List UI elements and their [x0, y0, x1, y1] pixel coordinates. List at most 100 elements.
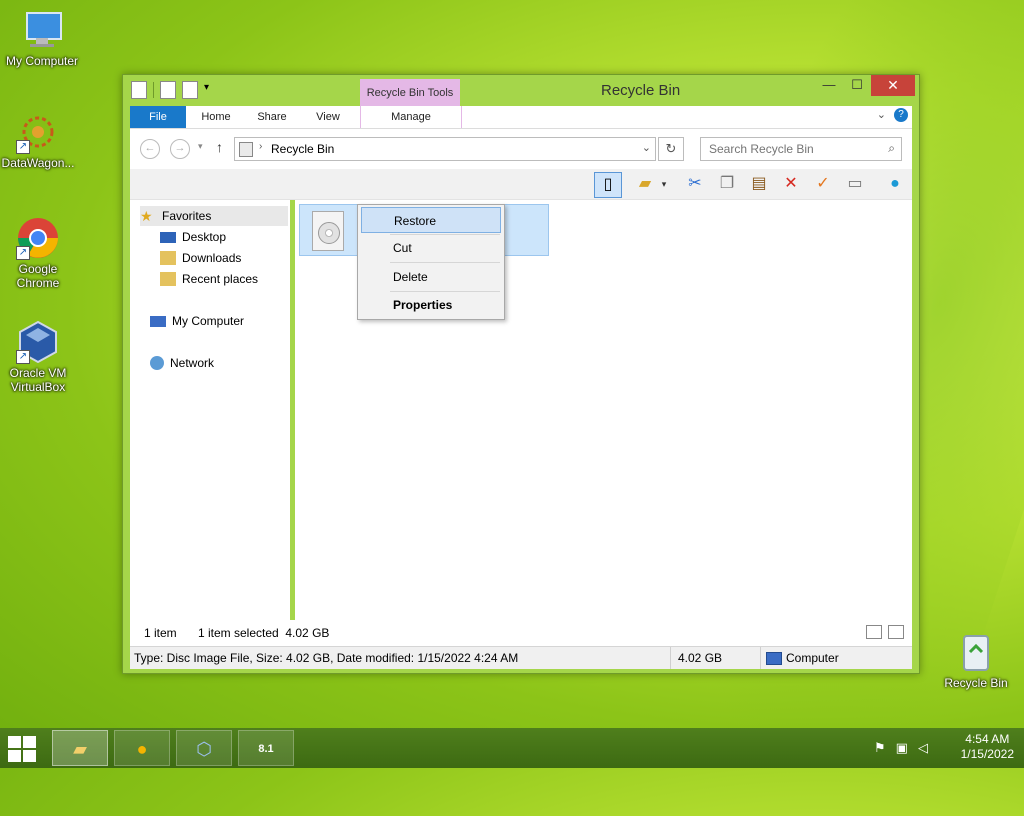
breadcrumb-recycle-bin[interactable]: Recycle Bin	[271, 142, 334, 156]
taskbar-chrome[interactable]: ●	[114, 730, 170, 766]
navigation-pane: ★ Favorites Desktop Downloads Recent pla…	[130, 200, 290, 620]
expand-ribbon-icon[interactable]: ⌄	[877, 108, 886, 122]
computer-icon	[150, 315, 166, 327]
taskbar-virtualbox[interactable]: ⬡	[176, 730, 232, 766]
view-toggle	[866, 625, 904, 639]
desktop-icon-datawagon[interactable]: ↗ DataWagon...	[0, 110, 80, 170]
menu-item-delete[interactable]: Delete	[361, 264, 501, 290]
shortcut-arrow-icon: ↗	[16, 140, 30, 154]
file-details-text: Type: Disc Image File, Size: 4.02 GB, Da…	[134, 651, 519, 665]
nav-network[interactable]: Network	[150, 353, 214, 373]
maximize-button[interactable]: ☐	[843, 75, 871, 96]
large-icons-view-icon[interactable]	[888, 625, 904, 639]
tab-file[interactable]: File	[130, 106, 186, 128]
folder-options-icon[interactable]: ▰	[632, 172, 658, 196]
cut-icon[interactable]: ✂	[682, 172, 708, 196]
network-status-icon[interactable]: ▣	[896, 740, 908, 756]
address-bar[interactable]: › Recycle Bin ⌄	[234, 137, 656, 161]
nav-downloads[interactable]: Downloads	[160, 248, 241, 268]
title-bar[interactable]: ▾ Recycle Bin Tools Recycle Bin — ☐ ✕	[123, 75, 919, 107]
refresh-button[interactable]: ↻	[658, 137, 684, 161]
windows-logo-icon	[23, 750, 36, 762]
forward-arrow-icon[interactable]: →	[170, 139, 190, 159]
computer-icon	[766, 652, 782, 666]
chevron-down-icon[interactable]: ▾	[658, 172, 670, 196]
checkmark-icon[interactable]: ✓	[810, 172, 836, 196]
desktop-icon-label: Recycle Bin	[944, 676, 1008, 690]
address-row: ← → ▾ ↑ › Recycle Bin ⌄ ↻ ⌕	[130, 129, 912, 169]
command-toolbar: ▯ ▰ ▾ ✂ ❐ ▤ ✕ ✓ ▭ ●	[130, 169, 912, 200]
shortcut-arrow-icon: ↗	[16, 246, 30, 260]
nav-recent-places[interactable]: Recent places	[160, 269, 258, 289]
minimize-button[interactable]: —	[815, 75, 843, 96]
tab-home[interactable]: Home	[194, 106, 238, 128]
downloads-icon	[160, 251, 176, 265]
help-icon[interactable]: ?	[894, 108, 908, 122]
desktop-icon-recycle-bin[interactable]: Recycle Bin	[934, 630, 1018, 690]
location-label: Computer	[786, 651, 839, 665]
recent-locations-chevron-icon[interactable]: ▾	[198, 141, 203, 152]
explorer-window: ▾ Recycle Bin Tools Recycle Bin — ☐ ✕ Fi…	[122, 74, 920, 674]
start-button[interactable]	[8, 736, 38, 762]
action-center-flag-icon[interactable]: ⚑	[874, 740, 886, 756]
nav-label: Favorites	[162, 209, 212, 223]
preview-pane-icon[interactable]: ▯	[594, 172, 622, 198]
copy-icon[interactable]: ❐	[714, 172, 740, 196]
desktop-icon	[160, 231, 176, 243]
windows-logo-icon	[8, 736, 21, 748]
paste-icon[interactable]: ▤	[746, 172, 772, 196]
chevron-down-icon[interactable]: ⌄	[642, 141, 651, 154]
up-arrow-icon[interactable]: ↑	[216, 139, 223, 155]
globe-icon[interactable]: ●	[882, 172, 908, 196]
desktop-icon-my-computer[interactable]: My Computer	[0, 8, 84, 68]
delete-icon[interactable]: ✕	[778, 172, 804, 196]
datawagon-logo-icon: ↗	[16, 110, 60, 154]
rename-icon[interactable]: ▭	[842, 172, 868, 196]
search-box[interactable]: ⌕	[700, 137, 902, 161]
divider	[670, 647, 671, 669]
system-tray: ⚑ ▣ ◁	[874, 740, 928, 756]
location-text: Computer	[766, 651, 839, 666]
menu-item-properties[interactable]: Properties	[361, 292, 501, 318]
recent-places-icon	[160, 272, 176, 286]
folder-icon: ▰	[73, 739, 87, 759]
desktop-icon-google-chrome[interactable]: ↗ Google Chrome	[0, 216, 80, 290]
taskbar-windows-app[interactable]: 8.1	[238, 730, 294, 766]
disc-image-icon	[312, 211, 344, 251]
tab-share[interactable]: Share	[250, 106, 294, 128]
details-bar: Type: Disc Image File, Size: 4.02 GB, Da…	[130, 646, 912, 669]
nav-favorites[interactable]: ★ Favorites	[140, 206, 288, 226]
taskbar-file-explorer[interactable]: ▰	[52, 730, 108, 766]
shortcut-arrow-icon: ↗	[16, 350, 30, 364]
ribbon-controls: ⌄ ?	[877, 108, 908, 122]
back-arrow-icon[interactable]: ←	[140, 139, 160, 159]
divider	[390, 262, 500, 263]
clock-time: 4:54 AM	[965, 732, 1010, 746]
nav-my-computer[interactable]: My Computer	[150, 311, 244, 331]
windows-logo-icon	[23, 736, 36, 748]
desktop-icon-virtualbox[interactable]: ↗ Oracle VM VirtualBox	[0, 320, 80, 394]
tab-view[interactable]: View	[308, 106, 348, 128]
nav-desktop[interactable]: Desktop	[160, 227, 226, 247]
details-view-icon[interactable]	[866, 625, 882, 639]
desktop-icon-label: DataWagon...	[1, 156, 75, 170]
quick-access-toolbar: ▾	[131, 81, 214, 99]
clock[interactable]: 4:54 AM 1/15/2022	[961, 732, 1014, 762]
tab-manage[interactable]: Manage	[360, 106, 462, 128]
search-icon[interactable]: ⌕	[888, 141, 895, 156]
new-folder-icon[interactable]	[182, 81, 198, 99]
properties-icon[interactable]	[160, 81, 176, 99]
chevron-down-icon[interactable]: ▾	[204, 82, 214, 98]
context-menu: Restore Cut Delete Properties	[357, 204, 505, 320]
nav-label: Desktop	[182, 230, 227, 244]
close-button[interactable]: ✕	[871, 75, 915, 96]
selection-info: 1 item selected 4.02 GB	[198, 626, 330, 640]
menu-item-cut[interactable]: Cut	[361, 235, 501, 261]
taskbar: ▰ ● ⬡ 8.1 ⚑ ▣ ◁ 4:54 AM 1/15/2022	[0, 728, 1024, 768]
status-bar: 1 item 1 item selected 4.02 GB	[130, 620, 912, 646]
volume-muted-icon[interactable]: ◁	[918, 740, 928, 756]
search-input[interactable]	[707, 138, 871, 160]
menu-item-restore[interactable]: Restore	[361, 207, 501, 233]
chevron-right-icon[interactable]: ›	[259, 141, 262, 152]
star-icon: ★	[140, 208, 153, 224]
